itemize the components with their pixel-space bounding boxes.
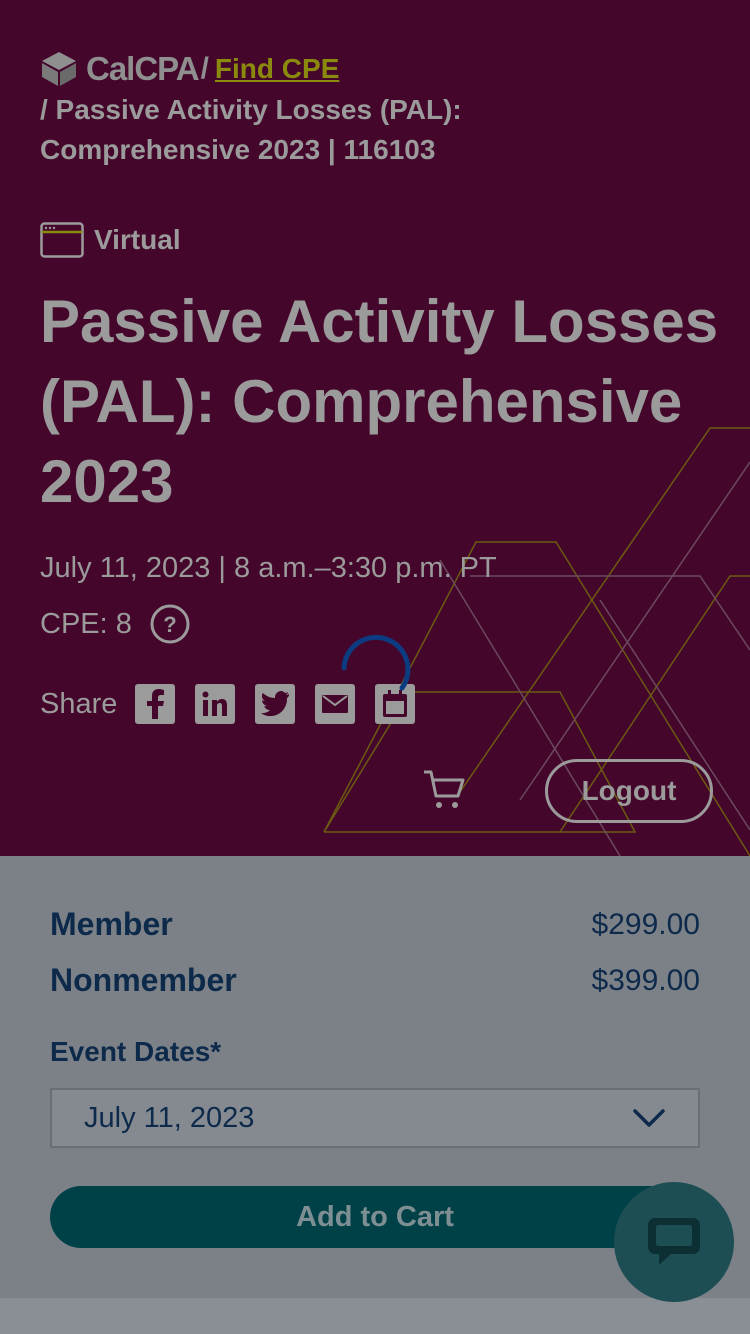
event-dates-label: Event Dates*: [50, 1036, 222, 1067]
nonmember-price-row: Nonmember $399.00: [50, 962, 700, 999]
event-date-select[interactable]: July 11, 2023: [50, 1088, 700, 1148]
share-label: Share: [40, 687, 118, 720]
event-date: July 11, 2023 | 8 a.m.–3:30 p.m. PT: [40, 552, 497, 584]
add-to-cart-button[interactable]: Add to Cart: [50, 1186, 700, 1248]
event-format: Virtual: [40, 222, 181, 258]
nonmember-label: Nonmember: [50, 962, 237, 998]
breadcrumb-current: / Passive Activity Losses (PAL): Compreh…: [40, 94, 462, 165]
cpe-credits-label: CPE: 8: [40, 607, 132, 640]
member-price: $299.00: [591, 907, 700, 941]
logout-button[interactable]: Logout: [545, 759, 713, 823]
browser-window-icon: [40, 222, 84, 258]
svg-text:?: ?: [163, 612, 176, 637]
event-format-label: Virtual: [94, 224, 181, 255]
breadcrumb-find-cpe-link[interactable]: Find CPE: [215, 49, 339, 89]
help-circle-icon[interactable]: ?: [150, 604, 190, 644]
loading-spinner-icon: [341, 634, 411, 691]
member-label: Member: [50, 906, 173, 942]
chevron-down-icon: [633, 1109, 665, 1127]
linkedin-icon[interactable]: [195, 684, 236, 724]
calcpa-logo-icon: [42, 52, 76, 86]
event-hero: CalCPA / Find CPE / Passive Activity Los…: [0, 0, 750, 856]
facebook-icon[interactable]: [135, 684, 176, 724]
event-date-select-value: July 11, 2023: [84, 1101, 255, 1134]
cpe-credits: CPE: 8 ?: [40, 604, 190, 644]
nonmember-price: $399.00: [591, 963, 700, 997]
breadcrumb-separator: /: [200, 52, 209, 85]
breadcrumb: CalCPA / Find CPE / Passive Activity Los…: [40, 50, 560, 170]
twitter-icon[interactable]: [255, 684, 296, 724]
event-title: Passive Activity Losses (PAL): Comprehen…: [40, 288, 719, 515]
calcpa-logo-text[interactable]: CalCPA: [86, 49, 200, 89]
chat-icon: [648, 1218, 700, 1265]
cart-icon[interactable]: [422, 768, 466, 812]
chat-button[interactable]: [614, 1182, 734, 1302]
member-price-row: Member $299.00: [50, 906, 700, 943]
